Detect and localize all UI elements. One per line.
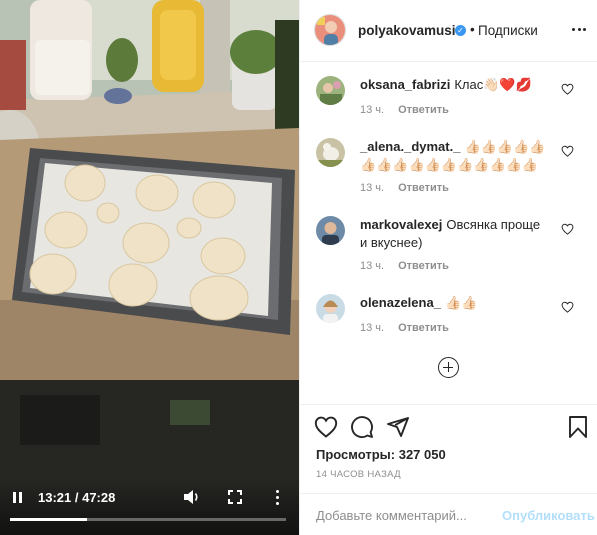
heart-icon[interactable]	[314, 415, 338, 439]
video-progress-fill	[10, 518, 88, 521]
video-progress-bar[interactable]	[10, 518, 286, 521]
more-options-icon[interactable]	[572, 26, 586, 32]
commenter-avatar[interactable]	[316, 294, 345, 323]
more-vertical-icon	[275, 489, 279, 493]
publish-button[interactable]: Опубликовать	[502, 508, 595, 523]
comment-bubble-icon[interactable]	[350, 415, 374, 439]
post-header: polyakovamusic ✓ • Подписки	[300, 0, 597, 62]
reply-button[interactable]: Ответить	[398, 322, 449, 334]
views-label: Просмотры:	[316, 447, 396, 462]
fullscreen-icon	[228, 490, 242, 504]
pause-icon	[12, 491, 16, 503]
commenter-avatar[interactable]	[316, 76, 345, 105]
load-more-comments-icon[interactable]	[438, 357, 459, 378]
author-username[interactable]: polyakovamusic	[358, 23, 463, 38]
comment-time: 13 ч.	[360, 322, 385, 334]
comment-input[interactable]: Добавьте комментарий...	[316, 508, 467, 523]
views-count: Просмотры: 327 050	[316, 447, 446, 462]
post-time-ago[interactable]: 14 ЧАСОВ НАЗАД	[316, 469, 401, 480]
comment-username[interactable]: markovalexej	[360, 217, 442, 232]
volume-button[interactable]	[182, 488, 202, 506]
fullscreen-button[interactable]	[226, 488, 244, 506]
reply-button[interactable]: Ответить	[398, 260, 449, 272]
comment-username[interactable]: olenazelena_	[360, 295, 441, 310]
separator-dot: •	[470, 22, 475, 37]
commenter-avatar[interactable]	[316, 138, 345, 167]
reply-button[interactable]: Ответить	[398, 182, 449, 194]
comment-like-icon[interactable]	[561, 145, 574, 157]
author-avatar[interactable]	[314, 14, 346, 46]
comment-text: Клас👋🏻❤️💋	[454, 77, 532, 92]
comment-username[interactable]: _alena._dymat._	[360, 139, 460, 154]
comment-time: 13 ч.	[360, 260, 385, 272]
post-side-panel: polyakovamusic ✓ • Подписки oksana_fabri…	[299, 0, 597, 535]
comment-like-icon[interactable]	[561, 83, 574, 95]
comment-like-icon[interactable]	[561, 301, 574, 313]
verified-badge-icon: ✓	[455, 25, 466, 36]
video-time: 13:21 / 47:28	[38, 489, 116, 505]
paper-plane-icon[interactable]	[386, 415, 410, 439]
comment-like-icon[interactable]	[561, 223, 574, 235]
bookmark-icon[interactable]	[566, 415, 590, 439]
video-player[interactable]: 13:21 / 47:28	[0, 0, 299, 535]
comment-time: 13 ч.	[360, 104, 385, 116]
volume-icon	[184, 490, 198, 504]
post-actions: Просмотры: 327 050 14 ЧАСОВ НАЗАД	[300, 404, 597, 493]
comment-text: 👍🏻👍🏻	[444, 295, 478, 310]
reply-button[interactable]: Ответить	[398, 104, 449, 116]
comment-username[interactable]: oksana_fabrizi	[360, 77, 450, 92]
video-controls: 13:21 / 47:28	[0, 478, 299, 535]
following-button[interactable]: Подписки	[478, 23, 538, 38]
video-frame	[0, 0, 299, 535]
views-value: 327 050	[398, 447, 446, 462]
video-more-button[interactable]	[268, 488, 286, 506]
commenter-avatar[interactable]	[316, 216, 345, 245]
comment-time: 13 ч.	[360, 182, 385, 194]
pause-button[interactable]	[8, 488, 26, 506]
add-comment-bar: Добавьте комментарий... Опубликовать	[300, 493, 597, 535]
